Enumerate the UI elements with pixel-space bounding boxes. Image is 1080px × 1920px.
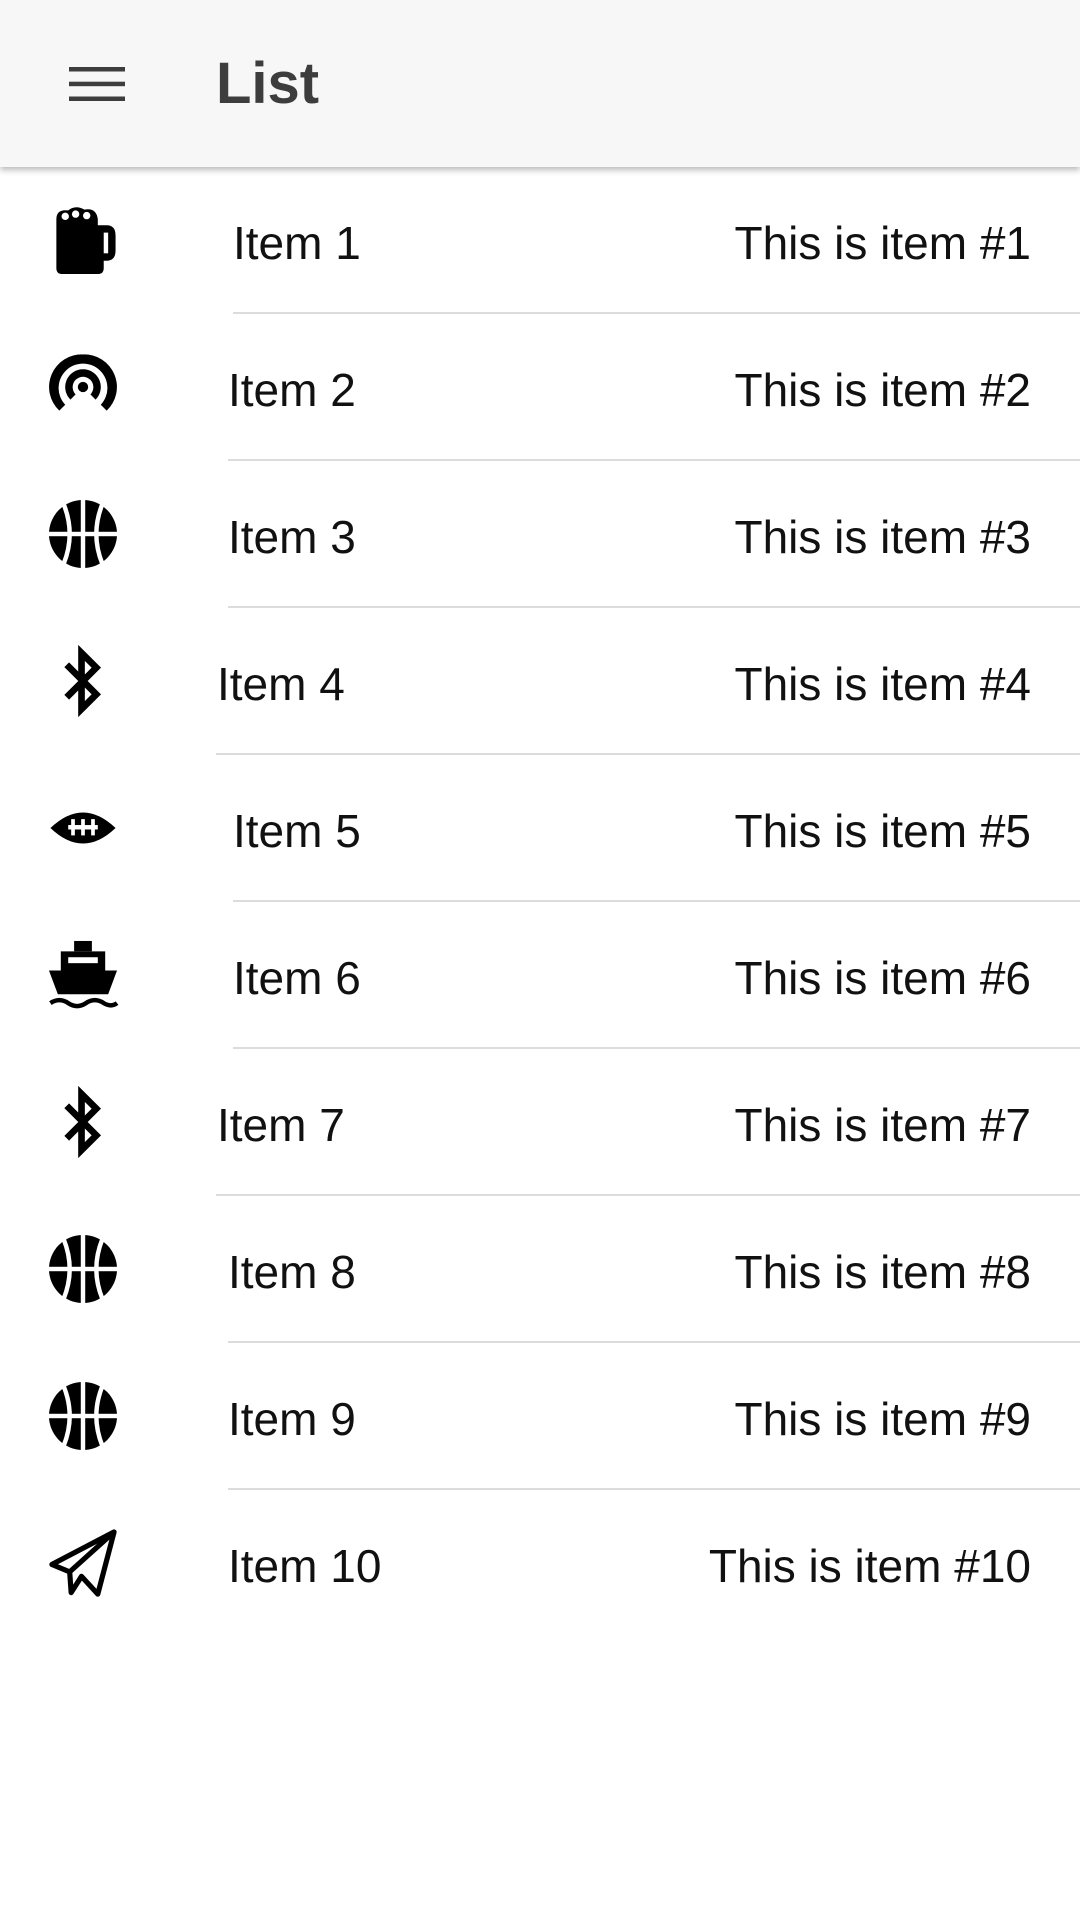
- list-item-subtitle: This is item #4: [734, 658, 1031, 710]
- list-item-title: Item 1: [233, 217, 361, 269]
- list-item-icon-container: [46, 203, 120, 277]
- basketball-icon: [48, 1234, 118, 1304]
- page-title: List: [216, 51, 320, 116]
- list-item-icon-container: [46, 1232, 120, 1306]
- beer-mug-icon: [56, 207, 116, 275]
- basketball-icon: [48, 499, 118, 569]
- list-item-icon-container: [46, 938, 120, 1012]
- basketball-icon: [48, 1381, 118, 1451]
- list-item-subtitle: This is item #3: [734, 511, 1031, 563]
- list-item[interactable]: Item 6 This is item #6: [0, 902, 1080, 1049]
- list-item-icon-container: [46, 644, 120, 718]
- list-item-subtitle: This is item #5: [734, 805, 1031, 857]
- hamburger-menu-icon: [69, 67, 125, 101]
- list-item-subtitle: This is item #6: [734, 952, 1031, 1004]
- list-item-title: Item 8: [228, 1246, 356, 1298]
- list-item-title: Item 5: [233, 805, 361, 857]
- list-item[interactable]: Item 7 This is item #7: [0, 1049, 1080, 1196]
- list-item-title: Item 7: [217, 1099, 345, 1151]
- list-item-icon-container: [46, 497, 120, 571]
- list-item[interactable]: Item 8 This is item #8: [0, 1196, 1080, 1343]
- bluetooth-icon: [64, 644, 102, 718]
- menu-button[interactable]: [52, 52, 142, 116]
- list-item-title: Item 10: [228, 1540, 382, 1592]
- list-item-icon-container: [46, 350, 120, 424]
- list-item-icon-container: [46, 791, 120, 865]
- list-item-icon-container: [46, 1085, 120, 1159]
- list-item[interactable]: Item 9 This is item #9: [0, 1343, 1080, 1490]
- list-item[interactable]: Item 5 This is item #5: [0, 755, 1080, 902]
- list-item-icon-container: [46, 1526, 120, 1600]
- list-item-title: Item 9: [228, 1393, 356, 1445]
- list-item-title: Item 3: [228, 511, 356, 563]
- list-item-title: Item 4: [217, 658, 345, 710]
- paper-plane-icon: [49, 1529, 117, 1597]
- list-item[interactable]: Item 3 This is item #3: [0, 461, 1080, 608]
- list-item[interactable]: Item 2 This is item #2: [0, 314, 1080, 461]
- bluetooth-icon: [64, 1085, 102, 1159]
- app-screen: List Item 1 This is item #1 Item 2 This is …: [0, 0, 1080, 1920]
- list-item-title: Item 6: [233, 952, 361, 1004]
- list-item-subtitle: This is item #8: [734, 1246, 1031, 1298]
- football-icon: [50, 812, 116, 844]
- list-item-subtitle: This is item #10: [708, 1540, 1031, 1592]
- ship-icon: [48, 940, 119, 1009]
- list-item-subtitle: This is item #2: [734, 364, 1031, 416]
- list-item[interactable]: Item 1 This is item #1: [0, 167, 1080, 314]
- broadcast-signal-icon: [49, 354, 117, 411]
- list-item[interactable]: Item 4 This is item #4: [0, 608, 1080, 755]
- list-item-subtitle: This is item #9: [734, 1393, 1031, 1445]
- item-list: Item 1 This is item #1 Item 2 This is item …: [0, 167, 1080, 1637]
- list-item-subtitle: This is item #7: [734, 1099, 1031, 1151]
- list-item-title: Item 2: [228, 364, 356, 416]
- list-item[interactable]: Item 10 This is item #10: [0, 1490, 1080, 1637]
- app-bar: List: [0, 0, 1080, 167]
- list-item-subtitle: This is item #1: [734, 217, 1031, 269]
- list-item-icon-container: [46, 1379, 120, 1453]
